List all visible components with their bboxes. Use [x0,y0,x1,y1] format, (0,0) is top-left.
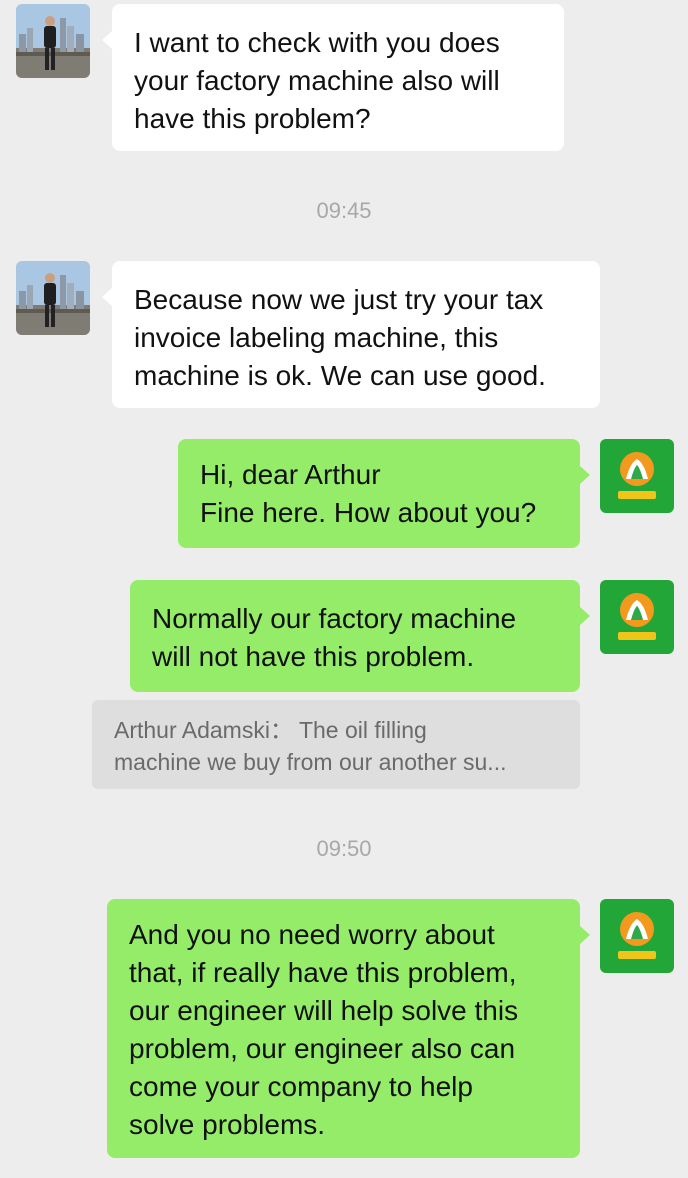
timestamp: 09:45 [316,198,372,223]
quoted-message[interactable]: Arthur Adamski： The oil filling machine … [92,700,580,789]
incoming-message-bubble[interactable]: Because now we just try your tax invoice… [102,261,600,408]
incoming-message-bubble[interactable]: I want to check with you does your facto… [102,4,564,151]
quote-text-line-2: machine we buy from our another su... [114,749,507,775]
company-logo-icon [600,580,674,654]
contact-photo-icon [16,4,90,78]
contact-photo-icon [16,261,90,335]
contact-avatar[interactable] [16,261,90,335]
quote-first-line: Arthur Adamski： The oil filling [114,714,558,746]
outgoing-message-bubble[interactable]: And you no need worry about that, if rea… [107,899,590,1158]
quote-text-line-1: The oil filling [298,717,427,743]
timestamp: 09:50 [316,836,372,861]
outgoing-message-bubble[interactable]: Hi, dear Arthur Fine here. How about you… [178,439,590,548]
self-avatar[interactable] [600,439,674,513]
self-avatar[interactable] [600,899,674,973]
company-logo-icon [600,899,674,973]
company-logo-icon [600,439,674,513]
self-avatar[interactable] [600,580,674,654]
outgoing-message-bubble[interactable]: Normally our factory machine will not ha… [130,580,590,692]
quote-sender: Arthur Adamski： [114,717,293,743]
chat-window: { "colors": { "background": "#ededed", "… [0,0,688,1178]
contact-avatar[interactable] [16,4,90,78]
